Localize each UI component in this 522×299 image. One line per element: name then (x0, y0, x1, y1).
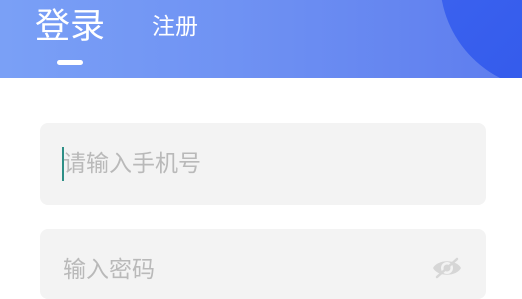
tab-register[interactable]: 注册 (152, 12, 198, 42)
password-input[interactable]: 输入密码 (40, 229, 486, 299)
phone-placeholder: 请输入手机号 (63, 151, 201, 177)
tab-login[interactable]: 登录 (35, 7, 105, 47)
password-placeholder: 输入密码 (63, 257, 155, 283)
auth-header: 登录 注册 (0, 0, 522, 78)
eye-icon[interactable] (431, 256, 463, 280)
header-decoration-circle (440, 0, 522, 78)
phone-input[interactable]: 请输入手机号 (40, 123, 486, 205)
active-tab-indicator (57, 60, 83, 65)
